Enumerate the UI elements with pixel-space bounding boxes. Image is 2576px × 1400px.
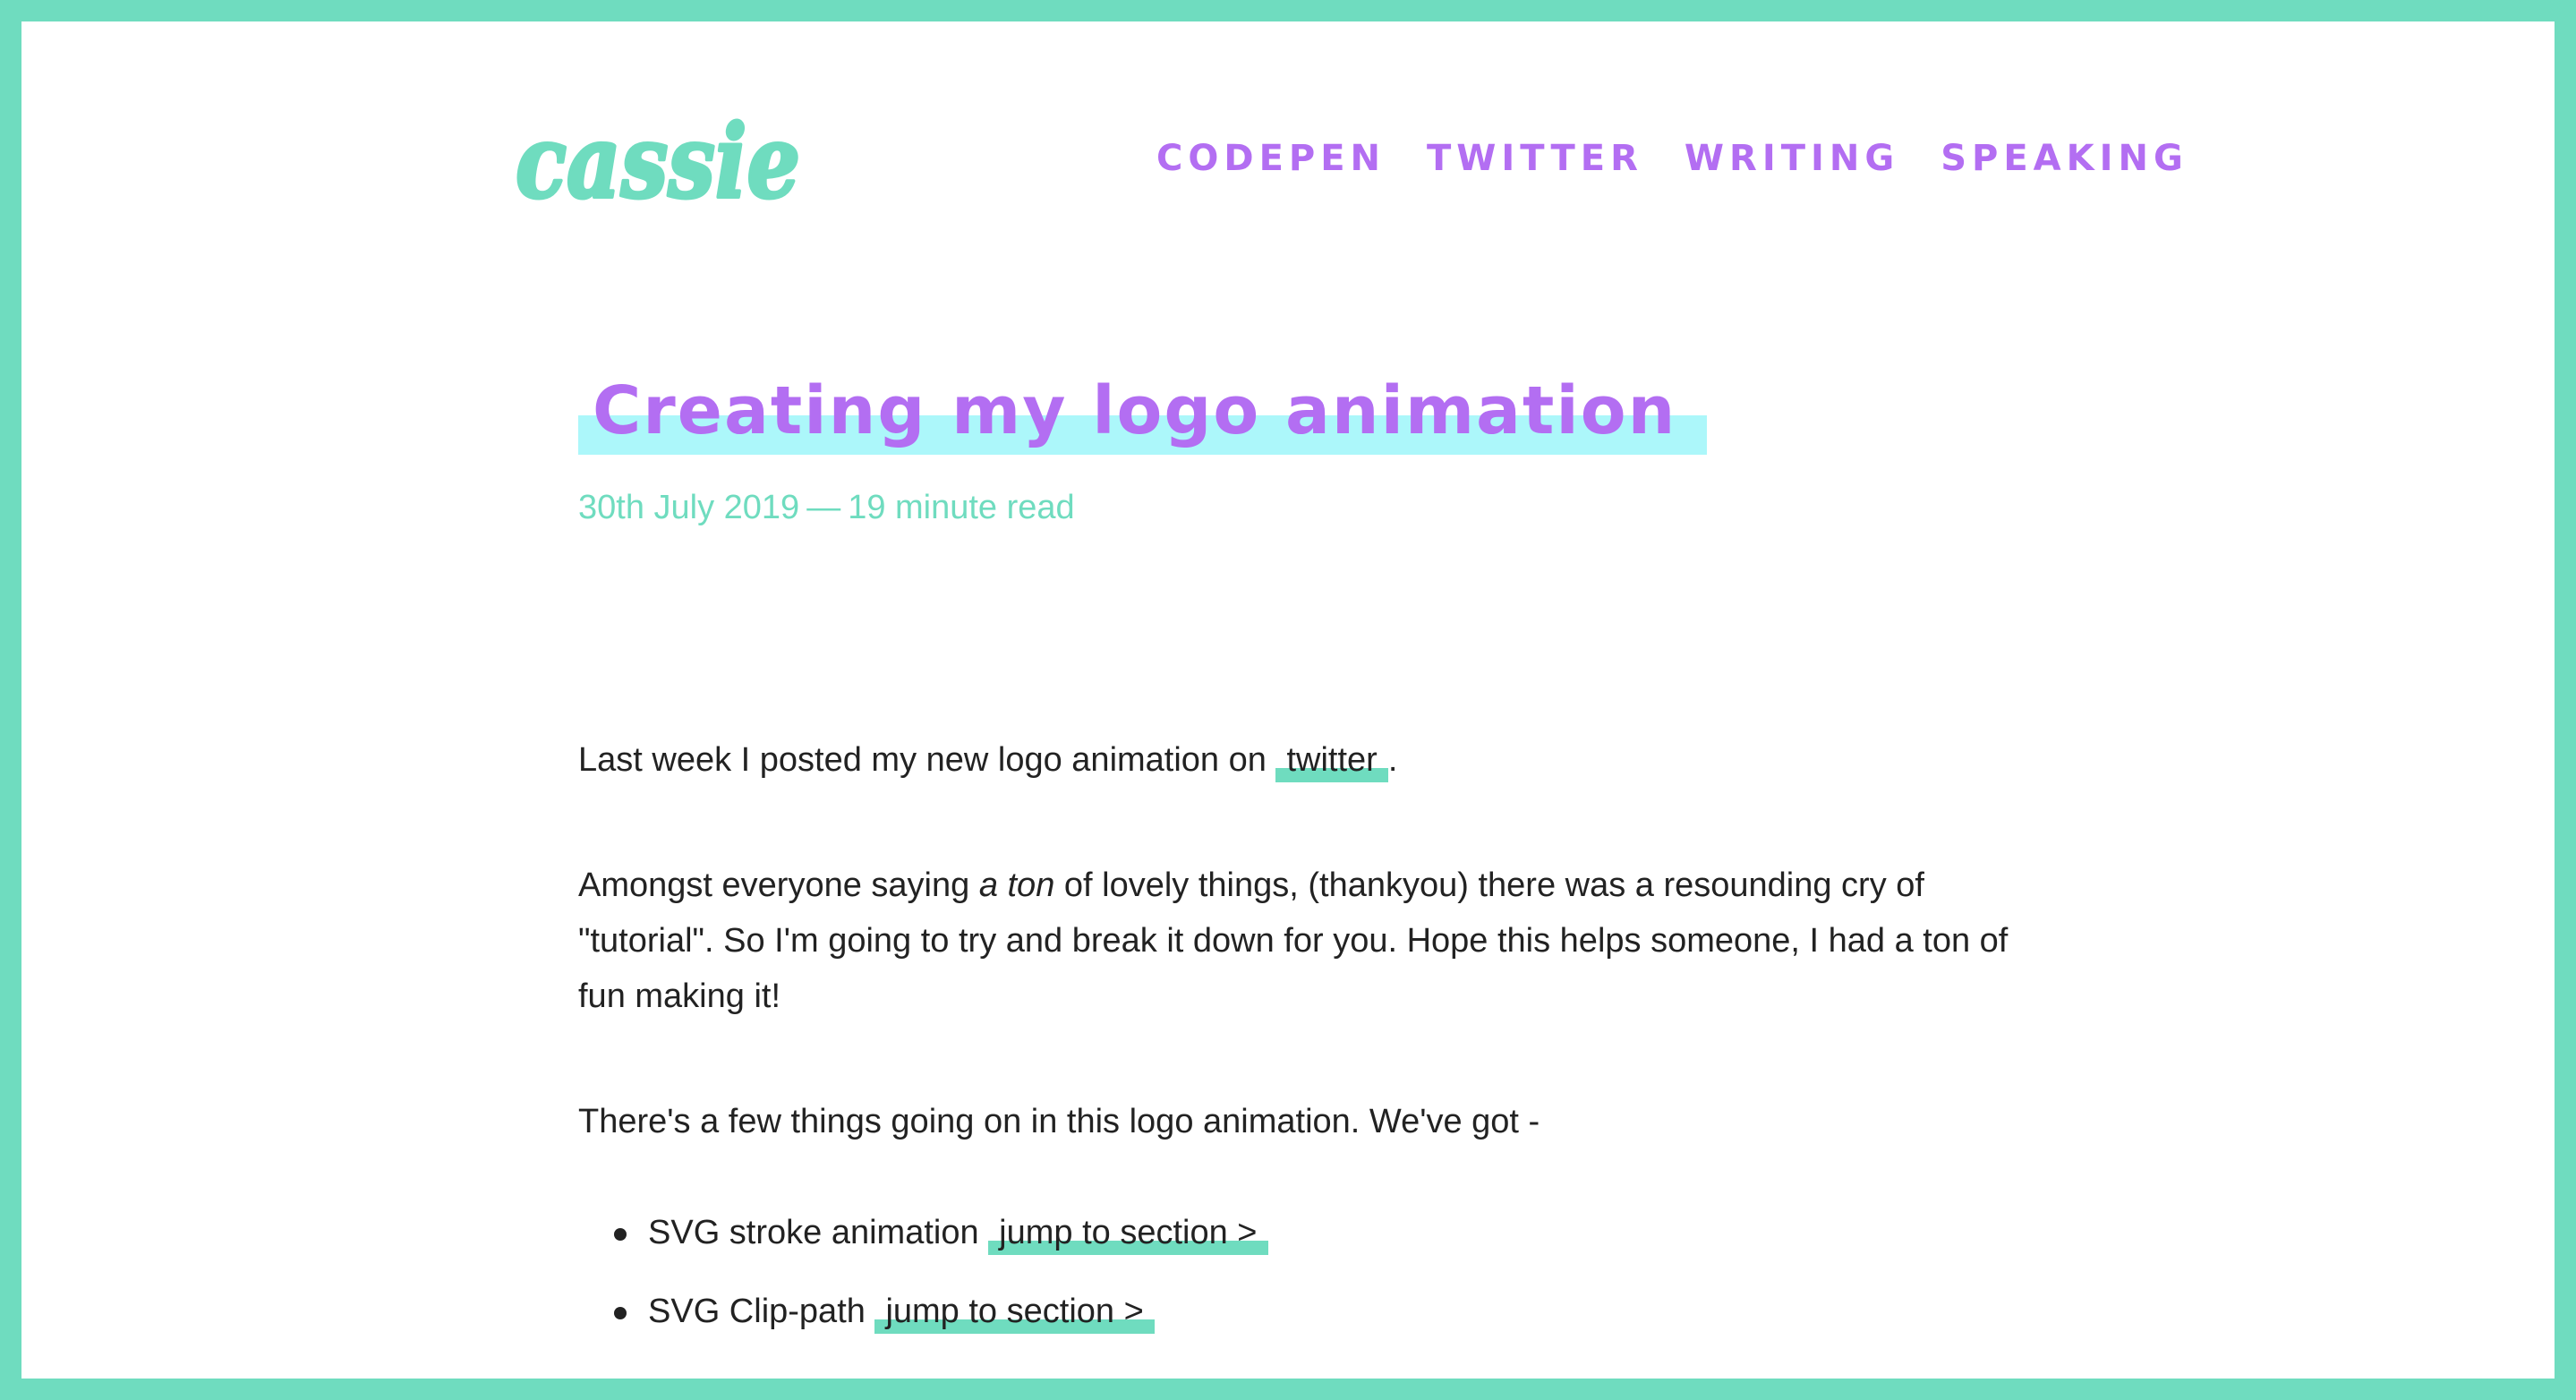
jump-to-section-link[interactable]: jump to section > — [988, 1214, 1268, 1255]
feature-label: SVG stroke animation — [648, 1214, 979, 1251]
page-frame: cassie CODEPEN TWITTER WRITING SPEAKING … — [21, 21, 2555, 1379]
paragraph-overview: There's a few things going on in this lo… — [578, 1103, 1540, 1140]
feature-list: SVG stroke animation jump to section > S… — [578, 1205, 2010, 1339]
nav-link-writing[interactable]: WRITING — [1685, 138, 1899, 179]
main-nav: CODEPEN TWITTER WRITING SPEAKING — [1156, 136, 2188, 181]
emphasis-a-ton: a ton — [978, 866, 1055, 904]
jump-to-section-link[interactable]: jump to section > — [874, 1293, 1155, 1334]
meta-separator: — — [806, 489, 841, 526]
bullet-icon — [614, 1307, 627, 1319]
nav-link-twitter[interactable]: TWITTER — [1427, 138, 1643, 179]
article-title: Creating my logo animation — [578, 362, 1708, 464]
cassie-logo-wordmark: cassie — [514, 107, 802, 223]
article-body: Last week I posted my new logo animation… — [578, 732, 2010, 1339]
logo-text: cassie — [516, 107, 800, 221]
list-item: SVG Clip-path jump to section > — [614, 1284, 2010, 1339]
paragraph-tutorial-before: Amongst everyone saying — [578, 866, 970, 904]
article-meta: 30th July 2019—19 minute read — [578, 485, 2010, 530]
nav-item-codepen: CODEPEN — [1156, 136, 1386, 181]
list-item: SVG stroke animation jump to section > — [614, 1205, 2010, 1260]
feature-label: SVG Clip-path — [648, 1293, 866, 1330]
twitter-link[interactable]: twitter — [1275, 741, 1388, 782]
article-read-time: 19 minute read — [848, 489, 1075, 526]
paragraph-tutorial: Amongst everyone saying a ton of lovely … — [578, 858, 2010, 1024]
nav-item-speaking: SPEAKING — [1941, 136, 2188, 181]
article: Creating my logo animation 30th July 201… — [578, 362, 2010, 1362]
bullet-icon — [614, 1228, 627, 1241]
paragraph-intro-end: . — [1387, 741, 1398, 779]
nav-item-writing: WRITING — [1685, 136, 1899, 181]
article-date: 30th July 2019 — [578, 489, 800, 526]
nav-item-twitter: TWITTER — [1427, 136, 1643, 181]
paragraph-intro-text: Last week I posted my new logo animation… — [578, 741, 1267, 779]
nav-link-codepen[interactable]: CODEPEN — [1156, 138, 1386, 179]
nav-link-speaking[interactable]: SPEAKING — [1941, 138, 2188, 179]
paragraph-intro: Last week I posted my new logo animation… — [578, 732, 2010, 788]
site-logo[interactable]: cassie — [512, 107, 807, 224]
